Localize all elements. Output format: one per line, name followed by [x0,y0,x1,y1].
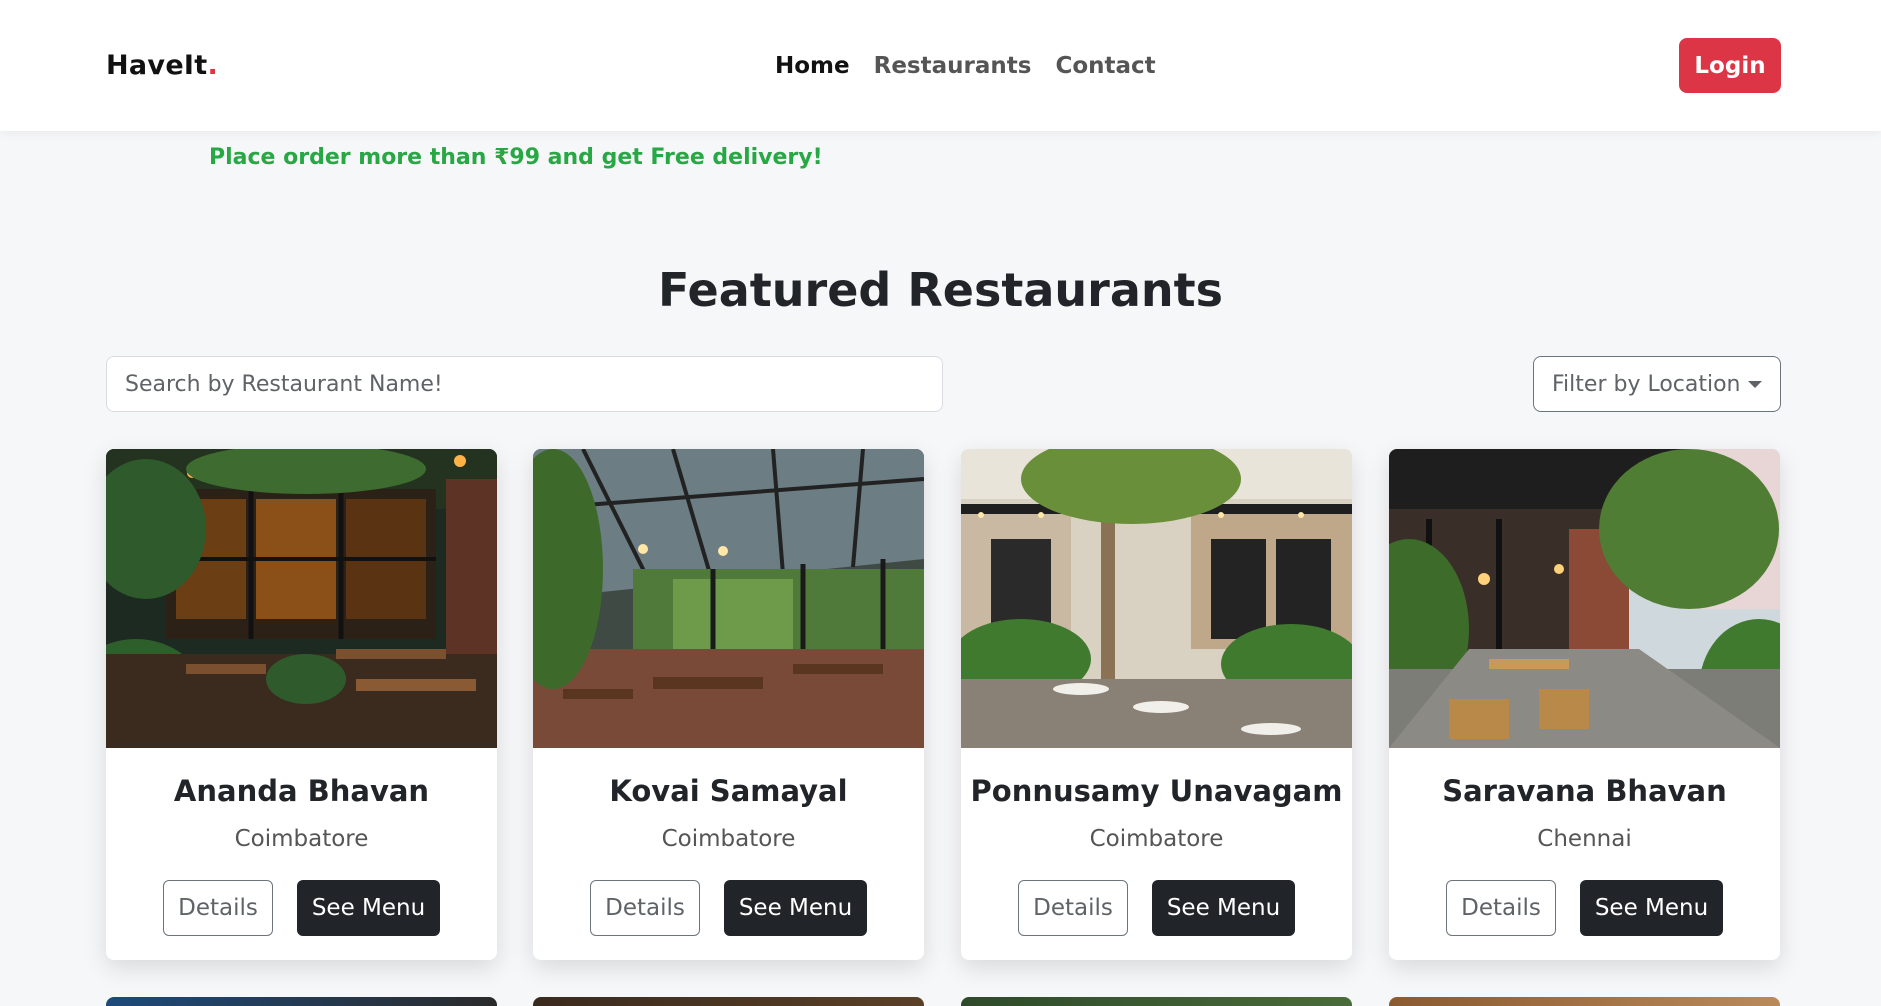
filter-label: Filter by Location [1552,371,1741,397]
card-actions: Details See Menu [106,880,497,936]
search-input[interactable] [106,356,943,412]
restaurant-location: Chennai [1537,826,1632,852]
details-button[interactable]: Details [163,880,273,936]
nav-link-contact[interactable]: Contact [1055,53,1155,79]
restaurant-image [533,449,924,748]
navbar: HaveIt. Home Restaurants Contact Login [0,0,1881,131]
restaurant-image [961,449,1352,748]
restaurant-card: Ananda Bhavan Coimbatore Details See Men… [106,449,497,960]
see-menu-button[interactable]: See Menu [1152,880,1295,936]
restaurant-card-peek [961,997,1352,1006]
see-menu-button[interactable]: See Menu [724,880,867,936]
card-actions: Details See Menu [1389,880,1780,936]
restaurant-name: Saravana Bhavan [1442,774,1727,808]
details-button[interactable]: Details [590,880,700,936]
nav-link-restaurants[interactable]: Restaurants [874,53,1032,79]
restaurant-name: Ponnusamy Unavagam [970,774,1343,808]
brand-name: HaveIt [106,50,208,81]
restaurant-card-peek [106,997,497,1006]
restaurant-card: Kovai Samayal Coimbatore Details See Men… [533,449,924,960]
see-menu-button[interactable]: See Menu [297,880,440,936]
restaurant-image [1389,449,1780,748]
brand-dot: . [207,50,219,81]
caret-down-icon [1748,381,1762,388]
card-actions: Details See Menu [961,880,1352,936]
restaurant-location: Coimbatore [1089,826,1224,852]
brand-logo[interactable]: HaveIt. [106,50,218,81]
restaurant-name: Ananda Bhavan [173,774,430,808]
restaurant-location: Coimbatore [661,826,796,852]
filter-location-dropdown[interactable]: Filter by Location [1533,356,1781,412]
restaurant-card: Ponnusamy Unavagam Coimbatore Details Se… [961,449,1352,960]
restaurant-location: Coimbatore [234,826,369,852]
card-actions: Details See Menu [533,880,924,936]
see-menu-button[interactable]: See Menu [1580,880,1723,936]
restaurant-card: Saravana Bhavan Chennai Details See Menu [1389,449,1780,960]
details-button[interactable]: Details [1446,880,1556,936]
restaurant-name: Kovai Samayal [609,774,848,808]
restaurant-card-peek [1389,997,1780,1006]
nav-links: Home Restaurants Contact [775,53,1156,79]
details-button[interactable]: Details [1018,880,1128,936]
promo-banner: Place order more than ₹99 and get Free d… [209,145,823,170]
page-title: Featured Restaurants [658,263,1223,317]
restaurant-image [106,449,497,748]
login-button[interactable]: Login [1679,38,1781,93]
restaurant-card-peek [533,997,924,1006]
nav-link-home[interactable]: Home [775,53,850,79]
